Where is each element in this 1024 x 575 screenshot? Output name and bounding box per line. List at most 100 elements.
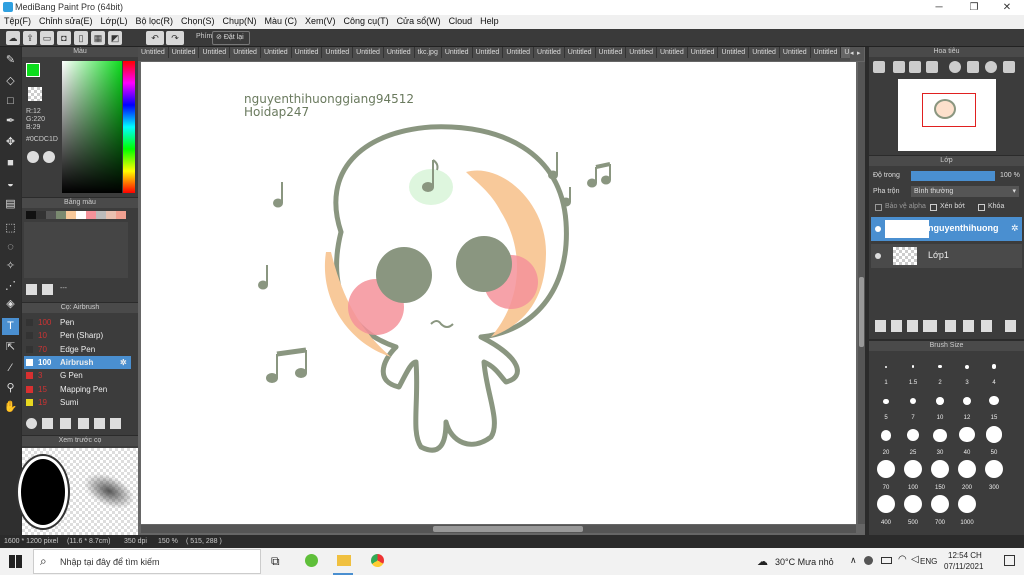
menu-layer[interactable]: Lớp(L)	[97, 15, 132, 27]
delete-layer-icon[interactable]	[1005, 320, 1016, 332]
folder-icon[interactable]	[945, 320, 956, 332]
weather-text[interactable]: 30°C Mưa nhỏ	[775, 557, 834, 567]
cloud-icon[interactable]: ☁	[6, 31, 20, 45]
brush-size-option[interactable]: 10	[927, 389, 953, 421]
brush-size-option[interactable]: 70	[873, 459, 899, 491]
tab-document[interactable]: Untitled	[596, 47, 627, 58]
redo-icon[interactable]: ↷	[166, 31, 184, 45]
tab-document[interactable]: Untitled	[292, 47, 323, 58]
merge-down-icon[interactable]	[981, 320, 992, 332]
eyedropper-icon[interactable]: ⚲	[2, 380, 19, 397]
brush-item[interactable]: 15 Mapping Pen	[24, 383, 131, 396]
color-wheel-icon[interactable]	[27, 151, 39, 163]
layer-row[interactable]: Lớp1	[871, 244, 1022, 268]
upload-icon[interactable]: ⇪	[23, 31, 37, 45]
tab-document[interactable]: Untitled	[565, 47, 596, 58]
palette-delete-icon[interactable]	[42, 284, 53, 295]
rotate-left-icon[interactable]	[949, 61, 961, 73]
rotate-right-icon[interactable]	[985, 61, 997, 73]
tab-document[interactable]: Untitled	[138, 47, 169, 58]
comment-icon[interactable]: ▭	[40, 31, 54, 45]
brush-size-option[interactable]: 12	[954, 389, 980, 421]
menu-cloud[interactable]: Cloud	[445, 15, 477, 27]
brush-item[interactable]: 100 Airbrush ✲	[24, 355, 131, 369]
hue-slider[interactable]	[123, 61, 135, 193]
menu-tools[interactable]: Công cụ(T)	[340, 15, 393, 27]
brush-size-option[interactable]: 1000	[954, 494, 980, 526]
menu-color[interactable]: Màu (C)	[261, 15, 302, 27]
select-pen-icon[interactable]: ⋰	[2, 278, 19, 295]
clock-date[interactable]: 07/11/2021	[944, 562, 983, 571]
brush-size-option[interactable]: 500	[900, 494, 926, 526]
menu-filter[interactable]: Bộ lọc(R)	[131, 15, 177, 27]
visibility-icon[interactable]	[875, 253, 881, 259]
tab-document[interactable]: Untitled	[811, 47, 842, 58]
color-history-icon[interactable]	[43, 151, 55, 163]
palette-add-icon[interactable]	[26, 284, 37, 295]
brush-size-option[interactable]: 3	[954, 354, 980, 386]
select-eraser-icon[interactable]: ◈	[2, 296, 19, 313]
clip-checkbox[interactable]	[930, 204, 937, 211]
undo-icon[interactable]: ↶	[146, 31, 164, 45]
horizontal-scrollbar[interactable]	[141, 525, 856, 533]
blend-mode-select[interactable]: Bình thường ▾	[911, 186, 1019, 197]
pen-tool-icon[interactable]: ✒	[2, 113, 19, 130]
brush-size-option[interactable]: 700	[927, 494, 953, 526]
tab-document[interactable]: Untitled	[261, 47, 292, 58]
menu-capture[interactable]: Chụp(N)	[219, 15, 261, 27]
page-icon[interactable]: ▯	[74, 31, 88, 45]
opacity-slider[interactable]	[911, 171, 995, 181]
eraser-tool-icon[interactable]: ◇	[2, 73, 19, 90]
brush-tool-icon[interactable]: ✎	[2, 52, 19, 69]
menu-select[interactable]: Chọn(S)	[177, 15, 219, 27]
brush-cloud-icon[interactable]	[78, 418, 89, 429]
menu-edit[interactable]: Chỉnh sửa(E)	[35, 15, 97, 27]
brush-item[interactable]: 100 Pen	[24, 316, 131, 329]
operation-tool-icon[interactable]: ⇱	[2, 339, 19, 356]
brush-size-option[interactable]: 2	[927, 354, 953, 386]
clock-time[interactable]: 12:54 CH	[948, 551, 982, 560]
file-explorer-icon[interactable]	[337, 555, 351, 566]
brush-folder-icon[interactable]	[94, 418, 105, 429]
tab-document[interactable]: Untitled	[780, 47, 811, 58]
layer-settings-icon[interactable]: ✲	[1011, 223, 1019, 234]
brush-size-option[interactable]: 400	[873, 494, 899, 526]
brush-size-option[interactable]: 7	[900, 389, 926, 421]
battery-icon[interactable]	[881, 557, 892, 564]
brush-new-icon[interactable]	[42, 418, 53, 429]
brush-size-option[interactable]: 50	[981, 424, 1007, 456]
vertical-scrollbar[interactable]	[858, 62, 865, 524]
minimize-icon[interactable]: ─	[922, 0, 956, 15]
fill-rect-tool-icon[interactable]: ■	[2, 155, 19, 172]
brush-size-option[interactable]: 40	[954, 424, 980, 456]
add-layer-menu-icon[interactable]	[923, 320, 937, 332]
new-halftone-layer-icon[interactable]	[891, 320, 902, 332]
saturation-value-picker[interactable]	[62, 61, 122, 193]
tab-document[interactable]: Untitled	[230, 47, 261, 58]
search-box[interactable]: ⌕ Nhập tại đây để tìm kiếm	[33, 549, 261, 574]
brush-settings-icon[interactable]: ✲	[120, 356, 127, 369]
move-tool-icon[interactable]: ✥	[2, 134, 19, 151]
menu-help[interactable]: Help	[476, 15, 503, 27]
chrome-icon[interactable]	[371, 554, 384, 567]
menu-file[interactable]: Tệp(F)	[0, 15, 35, 27]
brush-size-option[interactable]: 5	[873, 389, 899, 421]
tab-document[interactable]: Untitled	[442, 47, 473, 58]
brush-size-option[interactable]: 30	[927, 424, 953, 456]
language-indicator[interactable]: ENG	[920, 557, 937, 566]
rect-tool-icon[interactable]: □	[2, 93, 19, 110]
lasso-tool-icon[interactable]: ◌	[2, 239, 19, 256]
tab-document[interactable]: Untitled	[322, 47, 354, 58]
transparent-swatch[interactable]	[28, 87, 42, 101]
tab-document[interactable]: Untitled	[626, 47, 657, 58]
new-layer-icon[interactable]	[875, 320, 886, 332]
tab-document[interactable]: Untitled	[841, 47, 850, 58]
tab-document[interactable]: Untitled	[749, 47, 780, 58]
tab-document[interactable]: Untitled	[473, 47, 504, 58]
vertical-scroll-thumb[interactable]	[859, 277, 864, 347]
fit-window-icon[interactable]	[967, 61, 979, 73]
magic-wand-icon[interactable]: ✧	[2, 258, 19, 275]
duplicate-layer-icon[interactable]	[963, 320, 974, 332]
zoom-out-icon[interactable]	[909, 61, 921, 73]
visibility-icon[interactable]	[875, 226, 881, 232]
